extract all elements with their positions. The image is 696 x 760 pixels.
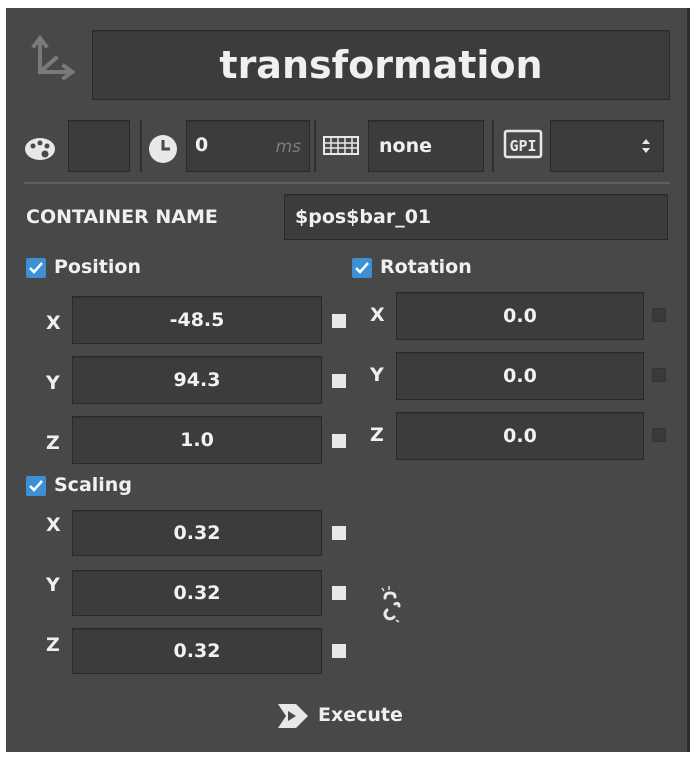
scaling-checkbox[interactable]	[26, 476, 46, 496]
position-y-value: 94.3	[173, 369, 221, 391]
rotation-y-input[interactable]: 0.0	[396, 352, 644, 400]
title-field: transformation	[92, 30, 670, 100]
rotation-label: Rotation	[380, 256, 472, 278]
scaling-y-input[interactable]: 0.32	[72, 570, 322, 616]
rotation-z-value: 0.0	[503, 425, 537, 447]
broken-link-icon[interactable]	[376, 584, 406, 624]
section-divider	[24, 182, 670, 184]
execute-button[interactable]: Execute	[276, 698, 426, 734]
position-z-label: Z	[46, 432, 60, 454]
position-z-value: 1.0	[180, 429, 214, 451]
svg-text:GPI: GPI	[509, 137, 536, 155]
scaling-z-keyframe-toggle[interactable]	[332, 644, 346, 658]
execute-icon	[276, 702, 310, 734]
scaling-x-input[interactable]: 0.32	[72, 510, 322, 556]
scaling-z-input[interactable]: 0.32	[72, 628, 322, 674]
container-name-input[interactable]: $pos$bar_01	[284, 194, 668, 240]
position-y-keyframe-toggle[interactable]	[332, 374, 346, 388]
scaling-x-keyframe-toggle[interactable]	[332, 526, 346, 540]
palette-icon	[20, 128, 60, 168]
scaling-z-label: Z	[46, 634, 60, 656]
rotation-y-keyframe-toggle[interactable]	[652, 368, 666, 382]
rotation-x-keyframe-toggle[interactable]	[652, 308, 666, 322]
position-x-value: -48.5	[169, 309, 225, 331]
toolbar-divider	[492, 120, 494, 172]
checkmark-icon	[29, 480, 43, 492]
position-x-keyframe-toggle[interactable]	[332, 314, 346, 328]
duration-field[interactable]: 0 ms	[186, 120, 310, 172]
position-z-keyframe-toggle[interactable]	[332, 434, 346, 448]
layout-field[interactable]: none	[368, 120, 484, 172]
checkmark-icon	[29, 262, 43, 274]
execute-label: Execute	[318, 704, 403, 726]
rotation-z-input[interactable]: 0.0	[396, 412, 644, 460]
rotation-z-label: Z	[370, 424, 384, 446]
gpi-icon: GPI	[502, 128, 544, 162]
rotation-x-input[interactable]: 0.0	[396, 292, 644, 340]
scaling-x-value: 0.32	[173, 522, 221, 544]
position-label: Position	[54, 256, 141, 278]
duration-unit: ms	[275, 137, 301, 157]
position-z-input[interactable]: 1.0	[72, 416, 322, 464]
position-y-label: Y	[46, 372, 60, 394]
duration-value: 0	[195, 134, 209, 156]
scaling-y-value: 0.32	[173, 582, 221, 604]
transform-axes-icon	[28, 32, 80, 84]
grid-icon	[322, 134, 362, 158]
spinner-arrows-icon	[641, 137, 651, 159]
scaling-y-keyframe-toggle[interactable]	[332, 586, 346, 600]
rotation-x-value: 0.0	[503, 305, 537, 327]
container-name-label: CONTAINER NAME	[26, 206, 218, 228]
rotation-x-label: X	[370, 304, 385, 326]
color-swatch[interactable]	[68, 120, 130, 172]
page-title: transformation	[219, 43, 543, 87]
container-name-value: $pos$bar_01	[295, 206, 432, 228]
rotation-checkbox[interactable]	[352, 258, 372, 278]
scaling-y-label: Y	[46, 574, 60, 596]
position-x-input[interactable]: -48.5	[72, 296, 322, 344]
transformation-panel: transformation 0 ms none GPI CONTAINER N…	[6, 8, 690, 752]
clock-icon	[146, 132, 180, 166]
scaling-x-label: X	[46, 514, 61, 536]
checkmark-icon	[355, 262, 369, 274]
gpi-select[interactable]	[550, 120, 664, 172]
position-checkbox[interactable]	[26, 258, 46, 278]
rotation-y-value: 0.0	[503, 365, 537, 387]
position-y-input[interactable]: 94.3	[72, 356, 322, 404]
rotation-z-keyframe-toggle[interactable]	[652, 428, 666, 442]
scaling-label: Scaling	[54, 474, 132, 496]
rotation-y-label: Y	[370, 364, 384, 386]
toolbar-divider	[140, 120, 142, 172]
scaling-z-value: 0.32	[173, 640, 221, 662]
position-x-label: X	[46, 312, 61, 334]
layout-value: none	[379, 135, 432, 157]
toolbar-divider	[314, 120, 316, 172]
